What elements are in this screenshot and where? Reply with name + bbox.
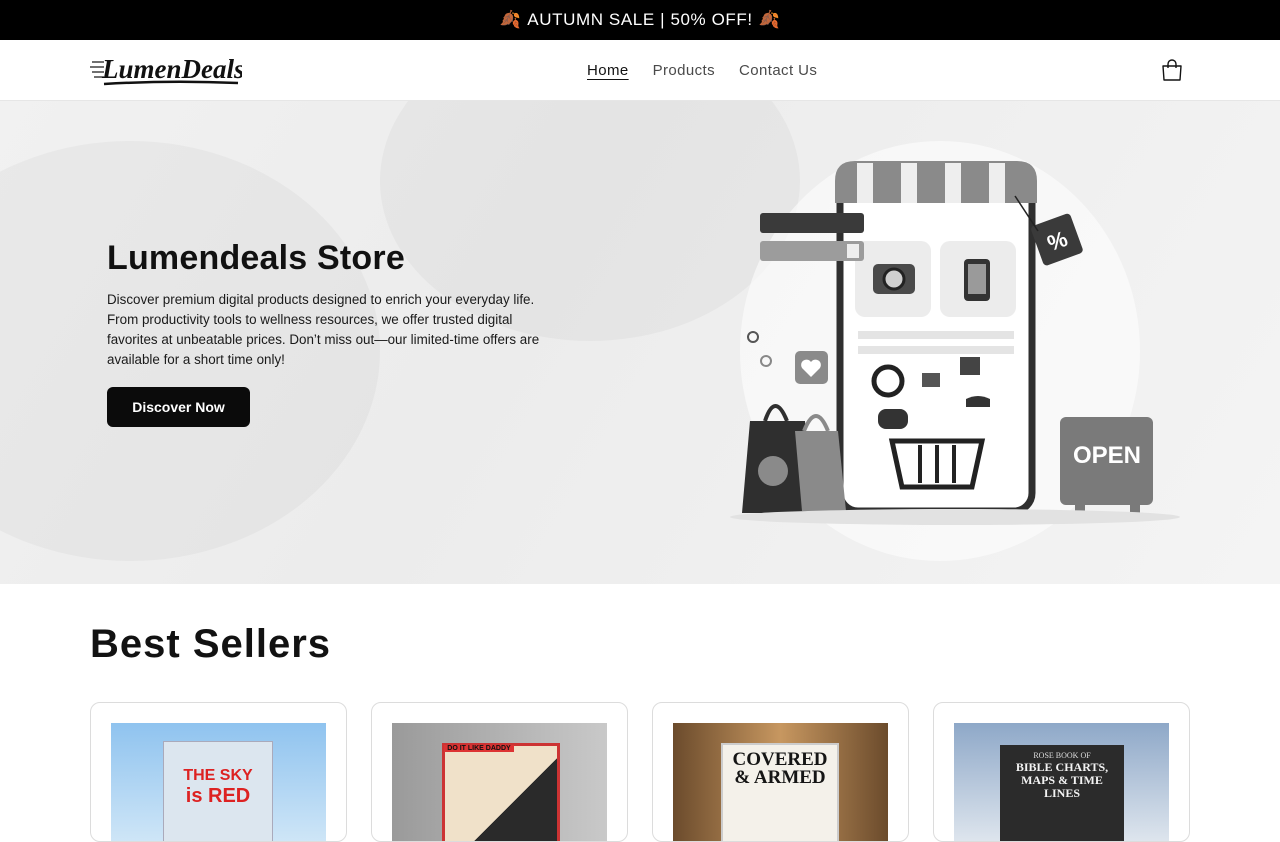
hero-description: Discover premium digital products design… [107,292,540,367]
logo[interactable]: LumenDeals [90,50,245,90]
book-cover-title: THE SKY [183,767,253,784]
book-cover-subtitle: BIBLE CHARTS, MAPS & TIME LINES [1015,760,1109,800]
product-image: THE SKY is RED [111,723,326,841]
product-card[interactable]: DO IT LIKE DADDY [371,702,628,842]
discover-now-button[interactable]: Discover Now [107,387,250,427]
leaf-icon: 🍂 [758,10,781,29]
announcement-bar: 🍂 AUTUMN SALE | 50% OFF! 🍂 [0,0,1280,40]
online-store-illustration: % OPEN [730,161,1180,525]
nav-contact-us[interactable]: Contact Us [727,62,829,79]
product-image: COVERED & ARMED [673,723,888,841]
book-cover-title: ROSE BOOK OF [1033,751,1091,760]
product-card[interactable]: COVERED & ARMED [652,702,909,842]
hero-title: Lumendeals Store [107,239,405,277]
product-image: DO IT LIKE DADDY [392,723,607,841]
announcement-text: AUTUMN SALE | 50% OFF! [527,10,753,29]
product-card[interactable]: ROSE BOOK OF BIBLE CHARTS, MAPS & TIME L… [933,702,1190,842]
hero-banner: Lumendeals Store Discover premium digita… [0,101,1280,584]
book-cover-subtitle: is RED [185,785,251,807]
product-card[interactable]: THE SKY is RED [90,702,347,842]
svg-text:LumenDeals: LumenDeals [101,54,242,84]
best-sellers-heading: Best Sellers [90,622,332,666]
main-nav: Home Products Contact Us [575,40,829,100]
product-grid: THE SKY is RED DO IT LIKE DADDY COVERED … [90,702,1190,842]
cart-icon [1162,59,1182,81]
site-header: LumenDeals Home Products Contact Us [0,40,1280,101]
cart-button[interactable] [1158,56,1186,84]
book-cover-subtitle: & ARMED [734,767,826,788]
product-image: ROSE BOOK OF BIBLE CHARTS, MAPS & TIME L… [954,723,1169,841]
book-cover-title: DO IT LIKE DADDY [444,745,514,752]
nav-products[interactable]: Products [641,62,727,79]
leaf-icon: 🍂 [499,10,522,29]
svg-text:OPEN: OPEN [1073,442,1141,469]
nav-home[interactable]: Home [575,62,641,79]
logo-image: LumenDeals [90,54,245,86]
